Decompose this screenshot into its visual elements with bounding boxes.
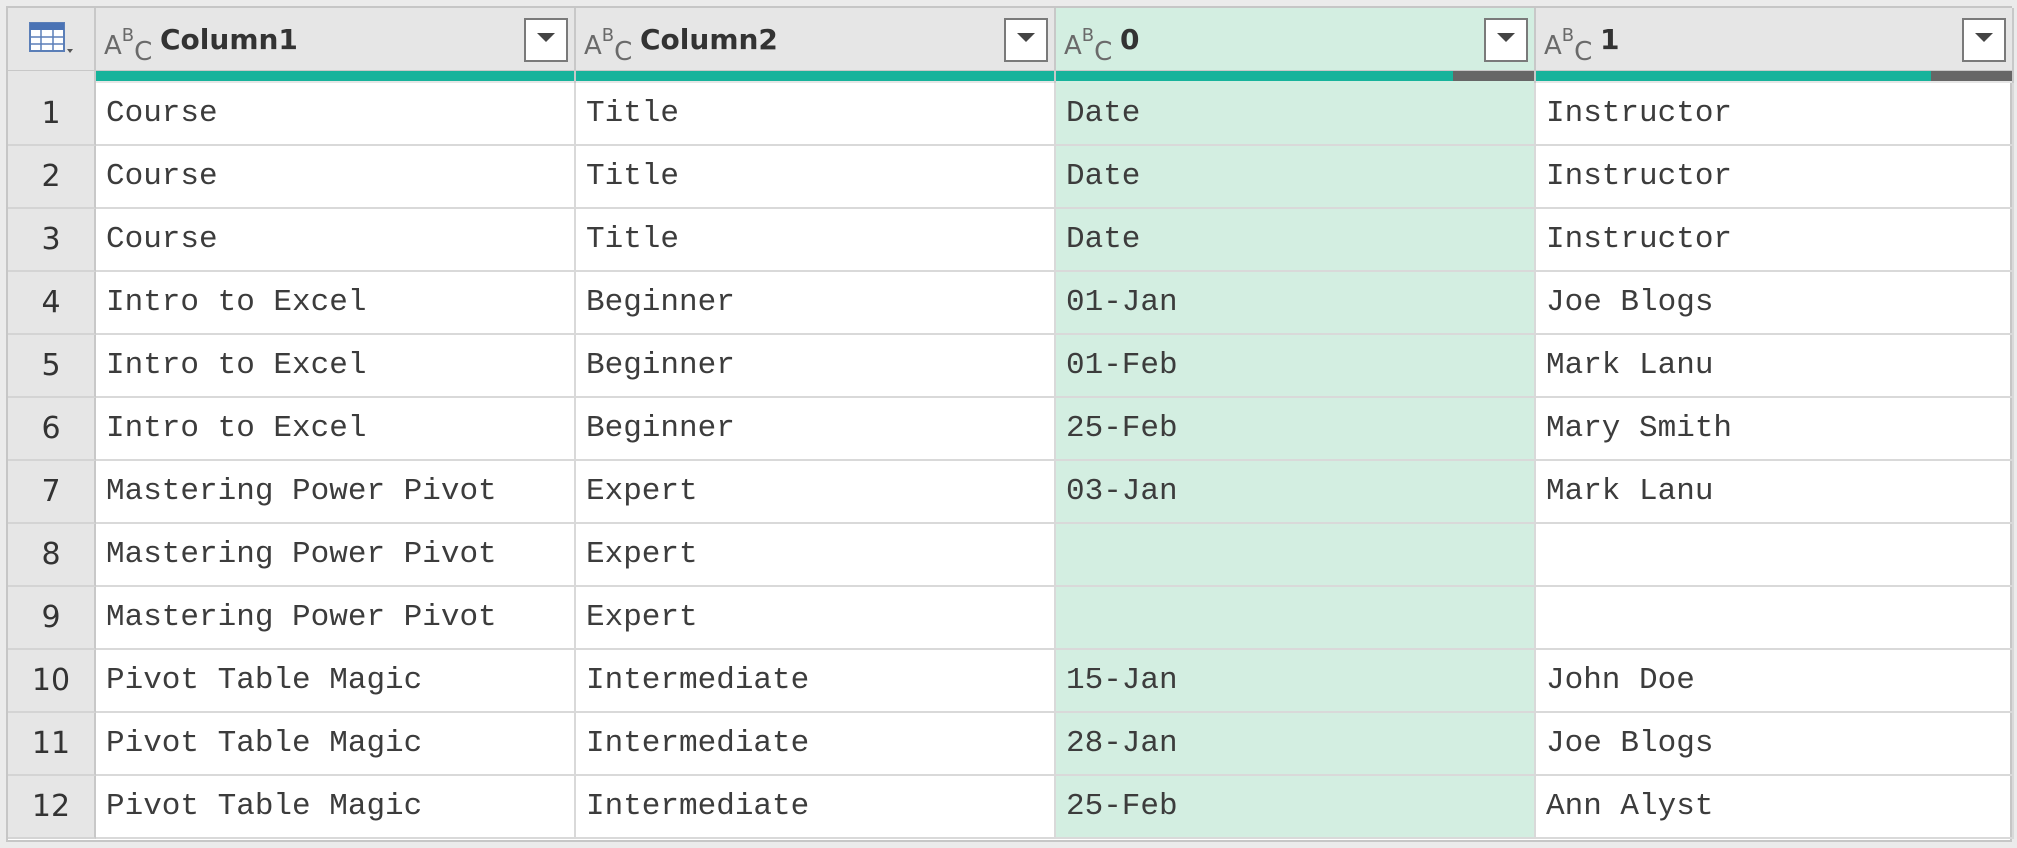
row-number[interactable]: 2 [8,146,96,209]
row-number[interactable]: 7 [8,461,96,524]
table-cell[interactable]: 25-Feb [1056,398,1536,461]
column-header-label: 0 [1120,22,1140,56]
chevron-down-icon [1974,31,1994,49]
table-icon [29,22,73,53]
table-cell[interactable]: Instructor [1536,209,2014,272]
column-header-label: 1 [1600,22,1620,56]
table-cell[interactable] [1056,587,1536,650]
table-cell[interactable]: Title [576,146,1056,209]
chevron-down-icon [1496,31,1516,49]
table-cell[interactable]: Date [1056,209,1536,272]
chevron-down-icon [536,31,556,49]
row-number[interactable]: 11 [8,713,96,776]
table-cell[interactable]: Intermediate [576,650,1056,713]
row-number[interactable]: 5 [8,335,96,398]
table-cell[interactable]: Instructor [1536,83,2014,146]
table-cell[interactable]: 28-Jan [1056,713,1536,776]
table-cell[interactable]: Joe Blogs [1536,713,2014,776]
column-header[interactable]: A B C Column1 [96,8,576,71]
table-cell[interactable]: Mary Smith [1536,398,2014,461]
table-cell[interactable]: Title [576,83,1056,146]
column-quality-bar [1536,71,2014,83]
text-type-icon[interactable]: ABC [584,19,632,66]
table-cell[interactable]: Mastering Power Pivot [96,587,576,650]
table-cell[interactable]: Mark Lanu [1536,335,2014,398]
table-cell[interactable]: 15-Jan [1056,650,1536,713]
table-cell[interactable] [1056,524,1536,587]
text-type-icon[interactable]: ABC [104,19,152,66]
table-cell[interactable]: 01-Feb [1056,335,1536,398]
table-cell[interactable]: Pivot Table Magic [96,650,576,713]
table-cell[interactable]: Intermediate [576,713,1056,776]
column-header[interactable]: ABC0 [1056,8,1536,71]
table-cell[interactable]: Ann Alyst [1536,776,2014,839]
empty-fill [1452,71,1534,81]
table-cell[interactable]: 03-Jan [1056,461,1536,524]
table-cell[interactable]: Intro to Excel [96,335,576,398]
filter-dropdown-button[interactable] [524,18,568,62]
valid-fill [576,71,1054,81]
valid-fill [1536,71,1932,81]
filter-dropdown-button[interactable] [1004,18,1048,62]
table-cell[interactable]: Mastering Power Pivot [96,461,576,524]
table-cell[interactable]: Intro to Excel [96,272,576,335]
column-header[interactable]: ABC1 [1536,8,2014,71]
table-cell[interactable]: Beginner [576,272,1056,335]
row-number[interactable]: 9 [8,587,96,650]
table-cell[interactable]: Beginner [576,335,1056,398]
column-quality-bar [96,71,576,83]
table-cell[interactable]: Date [1056,146,1536,209]
quality-bar-spacer [8,71,96,83]
text-type-icon[interactable]: ABC [1544,19,1592,66]
valid-fill [1056,71,1453,81]
table-cell[interactable]: Pivot Table Magic [96,713,576,776]
row-number[interactable]: 3 [8,209,96,272]
table-cell[interactable]: Pivot Table Magic [96,776,576,839]
row-number[interactable]: 6 [8,398,96,461]
table-cell[interactable]: 01-Jan [1056,272,1536,335]
table-cell[interactable]: Expert [576,461,1056,524]
row-number[interactable]: 10 [8,650,96,713]
table-cell[interactable]: Course [96,146,576,209]
table-cell[interactable]: Title [576,209,1056,272]
table-cell[interactable]: Date [1056,83,1536,146]
row-number[interactable]: 1 [8,83,96,146]
row-number[interactable]: 4 [8,272,96,335]
filter-dropdown-button[interactable] [1962,18,2006,62]
table-cell[interactable]: Intermediate [576,776,1056,839]
table-cell[interactable]: Expert [576,524,1056,587]
empty-fill [1931,71,2012,81]
table-cell[interactable]: 25-Feb [1056,776,1536,839]
table-cell[interactable]: Beginner [576,398,1056,461]
table-cell[interactable]: Course [96,209,576,272]
table-cell[interactable] [1536,587,2014,650]
table-menu-button[interactable] [8,8,96,71]
column-quality-bar [1056,71,1536,83]
row-number[interactable]: 12 [8,776,96,839]
table-cell[interactable]: Instructor [1536,146,2014,209]
chevron-down-icon [1016,31,1036,49]
text-type-icon[interactable]: ABC [1064,19,1112,66]
table-cell[interactable]: Joe Blogs [1536,272,2014,335]
table-cell[interactable]: John Doe [1536,650,2014,713]
column-quality-bar [576,71,1056,83]
filter-dropdown-button[interactable] [1484,18,1528,62]
table-cell[interactable]: Mastering Power Pivot [96,524,576,587]
column-header[interactable]: A B C Column2 [576,8,1056,71]
table-cell[interactable]: Intro to Excel [96,398,576,461]
table-cell[interactable]: Mark Lanu [1536,461,2014,524]
column-header-label: Column2 [640,22,778,56]
table-cell[interactable]: Expert [576,587,1056,650]
table-cell[interactable] [1536,524,2014,587]
table-cell[interactable]: Course [96,83,576,146]
row-number[interactable]: 8 [8,524,96,587]
query-preview-table: A B C Column1 A B C Column2 A B C 0 A B C 1 1 Course Title… [6,6,2014,842]
column-header-label: Column1 [160,22,298,56]
valid-fill [96,71,574,81]
